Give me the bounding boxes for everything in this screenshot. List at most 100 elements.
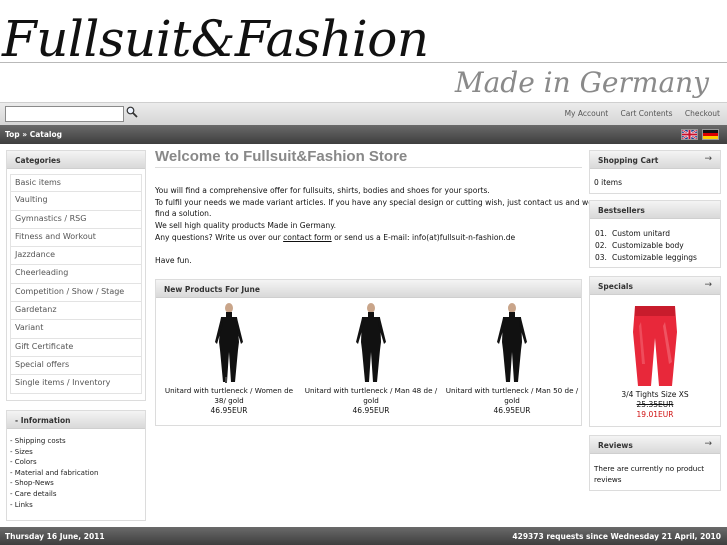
- main-content: Welcome to Fullsuit&Fashion Store You wi…: [155, 148, 593, 267]
- product-name[interactable]: Unitard with turtleneck / Man 48 de / go…: [301, 386, 441, 406]
- bestseller-rank: 03.: [595, 253, 607, 262]
- welcome-line: find a solution.: [155, 209, 212, 219]
- product-card[interactable]: Unitard with turtleneck / Man 48 de / go…: [301, 302, 441, 416]
- product-image[interactable]: [209, 302, 249, 384]
- bestseller-item[interactable]: 02. Customizable body: [595, 241, 720, 253]
- cart-contents-link[interactable]: Cart Contents: [621, 109, 673, 118]
- checkout-link[interactable]: Checkout: [685, 109, 720, 118]
- info-sizes[interactable]: - Sizes: [10, 448, 145, 459]
- category-fitness[interactable]: Fitness and Workout: [10, 228, 142, 248]
- category-single-items[interactable]: Single items / Inventory: [10, 375, 142, 394]
- shopping-cart-label: Shopping Cart: [598, 156, 659, 165]
- category-jazzdance[interactable]: Jazzdance: [10, 247, 142, 266]
- product-price: 46.95EUR: [493, 406, 531, 415]
- product-name[interactable]: Unitard with turtleneck / Women de 38/ g…: [159, 386, 299, 406]
- specials-title[interactable]: Specials →: [590, 277, 720, 295]
- info-material[interactable]: - Material and fabrication: [10, 469, 145, 480]
- shopping-cart-box: Shopping Cart → 0 items: [589, 150, 721, 194]
- special-new-price: 19.01EUR: [636, 410, 674, 419]
- categories-list: Basic items Vaulting Gymnastics / RSG Fi…: [7, 169, 145, 394]
- category-basic-items[interactable]: Basic items: [10, 174, 142, 193]
- reviews-message: There are currently no product reviews: [590, 454, 720, 485]
- site-tagline: Made in Germany: [454, 66, 709, 99]
- footer-request-counter: 429373 requests since Wednesday 21 April…: [512, 532, 721, 541]
- arrow-right-icon[interactable]: →: [704, 154, 712, 164]
- site-header: Fullsuit&Fashion Made in Germany: [0, 0, 727, 102]
- product-name[interactable]: Unitard with turtleneck / Man 50 de / go…: [442, 386, 582, 406]
- category-gardetanz[interactable]: Gardetanz: [10, 302, 142, 321]
- welcome-text-segment: Any questions? Write us over our: [155, 232, 284, 242]
- footer-date: Thursday 16 June, 2011: [5, 532, 105, 541]
- bestsellers-list: 01. Custom unitard 02. Customizable body 0…: [590, 219, 720, 265]
- uk-flag-icon[interactable]: [681, 129, 698, 140]
- information-box: - Information - Shipping costs - Sizes -…: [6, 410, 146, 521]
- information-list: - Shipping costs - Sizes - Colors - Mate…: [7, 429, 145, 511]
- category-variant[interactable]: Variant: [10, 320, 142, 339]
- bestseller-item[interactable]: 03. Customizable leggings: [595, 253, 720, 265]
- special-product-image[interactable]: [625, 302, 685, 388]
- info-care-details[interactable]: - Care details: [10, 490, 145, 501]
- category-gymnastics[interactable]: Gymnastics / RSG: [10, 210, 142, 229]
- welcome-text: You will find a comprehensive offer for …: [155, 185, 593, 267]
- breadcrumb[interactable]: Top » Catalog: [5, 130, 62, 139]
- cart-count: 0 items: [594, 178, 623, 187]
- bestsellers-box: Bestsellers 01. Custom unitard 02. Customi…: [589, 200, 721, 268]
- info-shop-news[interactable]: - Shop-News: [10, 479, 145, 490]
- category-cheerleading[interactable]: Cheerleading: [10, 265, 142, 284]
- german-flag-icon[interactable]: [702, 129, 719, 140]
- new-products-box: New Products For June Unitard with turtl…: [155, 279, 582, 426]
- bestseller-item[interactable]: 01. Custom unitard: [595, 229, 720, 241]
- bestsellers-title: Bestsellers: [590, 201, 720, 219]
- bestseller-rank: 02.: [595, 241, 607, 250]
- bestseller-name[interactable]: Customizable body: [612, 241, 684, 250]
- specials-box: Specials → 3/4 Tights Size XS 25.35EUR 1…: [589, 276, 721, 427]
- arrow-right-icon[interactable]: →: [704, 280, 712, 290]
- my-account-link[interactable]: My Account: [565, 109, 609, 118]
- welcome-line: Have fun.: [155, 256, 192, 266]
- product-image[interactable]: [351, 302, 391, 384]
- shopping-cart-title[interactable]: Shopping Cart →: [590, 151, 720, 169]
- categories-title: Categories: [7, 151, 145, 169]
- information-title: - Information: [7, 411, 145, 429]
- category-gift-certificate[interactable]: Gift Certificate: [10, 338, 142, 357]
- specials-label: Specials: [598, 282, 633, 291]
- header-divider: [0, 62, 727, 63]
- top-links: My Account Cart Contents Checkout: [555, 109, 720, 118]
- info-links[interactable]: - Links: [10, 501, 145, 512]
- welcome-text-segment: or send us a E-mail: info(at)fullsuit-n-…: [331, 232, 516, 242]
- product-image[interactable]: [492, 302, 532, 384]
- product-price: 46.95EUR: [352, 406, 390, 415]
- reviews-label: Reviews: [598, 441, 633, 450]
- welcome-line: You will find a comprehensive offer for …: [155, 186, 490, 195]
- category-special-offers[interactable]: Special offers: [10, 356, 142, 376]
- arrow-right-icon[interactable]: →: [704, 439, 712, 449]
- bestseller-name[interactable]: Customizable leggings: [612, 253, 697, 262]
- reviews-text-line: There are currently no product: [594, 464, 705, 473]
- breadcrumb-bar: Top » Catalog: [0, 125, 727, 144]
- reviews-title[interactable]: Reviews →: [590, 436, 720, 454]
- reviews-text-line: reviews: [594, 475, 622, 484]
- special-old-price: 25.35EUR: [636, 400, 674, 409]
- category-vaulting[interactable]: Vaulting: [10, 192, 142, 211]
- site-footer: Thursday 16 June, 2011 429373 requests s…: [0, 527, 727, 545]
- categories-box: Categories Basic items Vaulting Gymnasti…: [6, 150, 146, 401]
- product-grid: Unitard with turtleneck / Women de 38/ g…: [156, 298, 581, 426]
- bestseller-name[interactable]: Custom unitard: [612, 229, 670, 238]
- category-competition[interactable]: Competition / Show / Stage: [10, 283, 142, 303]
- search-input[interactable]: [5, 106, 124, 122]
- page-title: Welcome to Fullsuit&Fashion Store: [155, 148, 582, 168]
- welcome-line: We sell high quality products Made in Ge…: [155, 221, 337, 231]
- reviews-box: Reviews → There are currently no product…: [589, 435, 721, 491]
- special-product-name[interactable]: 3/4 Tights Size XS: [590, 390, 720, 399]
- product-price: 46.95EUR: [210, 406, 248, 415]
- contact-form-link[interactable]: contact form: [283, 233, 332, 242]
- site-logo[interactable]: Fullsuit&Fashion: [2, 10, 429, 68]
- info-colors[interactable]: - Colors: [10, 458, 145, 469]
- new-products-title: New Products For June: [156, 280, 581, 298]
- search-icon[interactable]: [126, 106, 138, 118]
- product-card[interactable]: Unitard with turtleneck / Women de 38/ g…: [159, 302, 299, 416]
- special-product[interactable]: 3/4 Tights Size XS 25.35EUR 19.01EUR: [590, 295, 720, 419]
- product-card[interactable]: Unitard with turtleneck / Man 50 de / go…: [442, 302, 582, 416]
- info-shipping-costs[interactable]: - Shipping costs: [10, 437, 145, 448]
- search-bar: My Account Cart Contents Checkout: [0, 102, 727, 125]
